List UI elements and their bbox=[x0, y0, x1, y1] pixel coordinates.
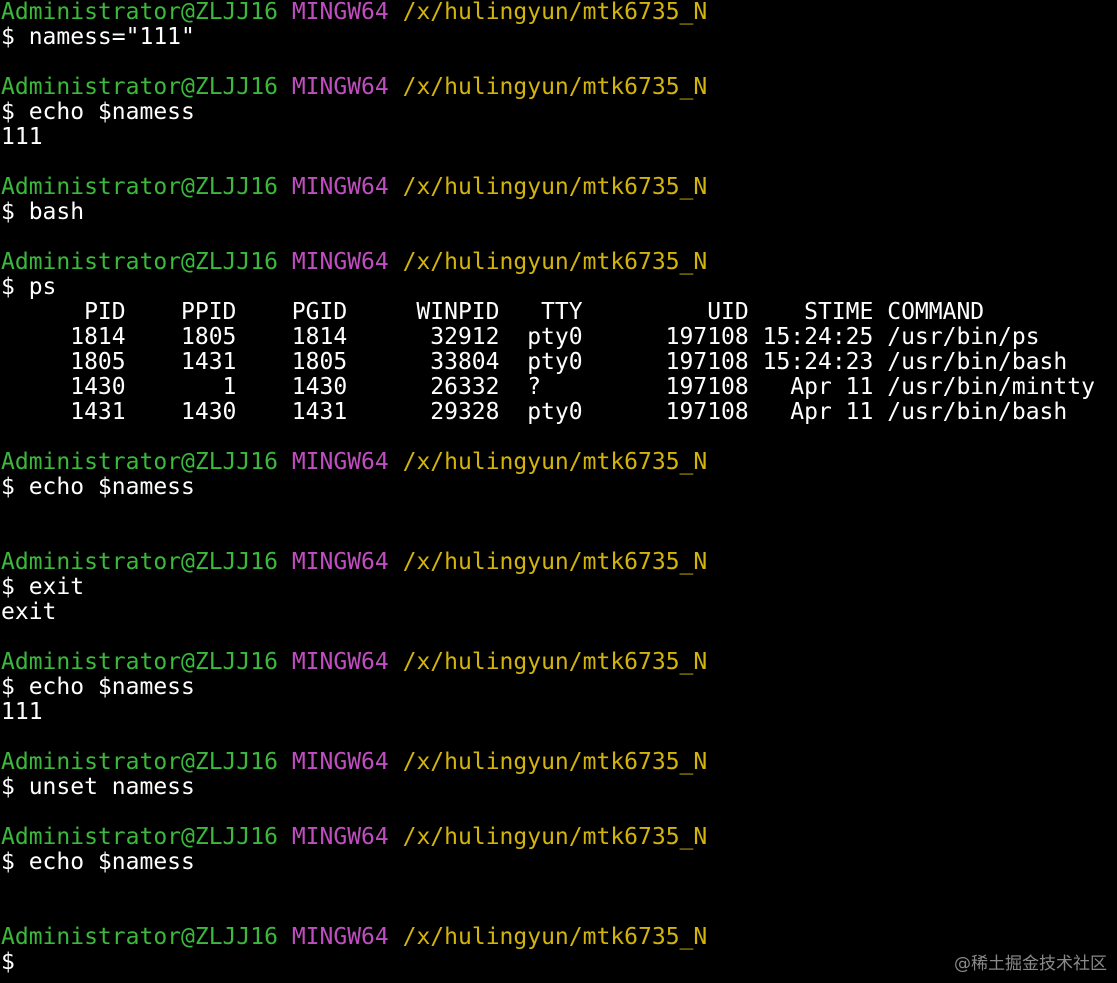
prompt-path: /x/hulingyun/mtk6735_N bbox=[402, 450, 708, 475]
output-line: $ echo $namess bbox=[1, 100, 195, 125]
prompt-path: /x/hulingyun/mtk6735_N bbox=[402, 175, 708, 200]
output-line: 111 bbox=[1, 700, 43, 725]
output-line: $ ps bbox=[1, 275, 57, 300]
prompt-path: /x/hulingyun/mtk6735_N bbox=[402, 250, 708, 275]
prompt-path: /x/hulingyun/mtk6735_N bbox=[402, 925, 708, 950]
output-line: 1805 1431 1805 33804 pty0 197108 15:24:2… bbox=[1, 350, 1068, 375]
prompt-system-tag: MINGW64 bbox=[291, 550, 389, 575]
prompt-system-tag: MINGW64 bbox=[291, 75, 389, 100]
output-line: 1430 1 1430 26332 ? 197108 Apr 11 /usr/b… bbox=[1, 375, 1095, 400]
prompt-user: Administrator@ZLJJ16 bbox=[1, 75, 278, 100]
prompt-line: Administrator@ZLJJ16 MINGW64 /x/hulingyu… bbox=[1, 925, 1117, 950]
output-line: $ namess="111" bbox=[1, 25, 195, 50]
prompt-line: Administrator@ZLJJ16 MINGW64 /x/hulingyu… bbox=[1, 0, 1117, 25]
prompt-user: Administrator@ZLJJ16 bbox=[1, 0, 278, 25]
output-line: $ unset namess bbox=[1, 775, 195, 800]
prompt-user: Administrator@ZLJJ16 bbox=[1, 825, 278, 850]
output-line: 1431 1430 1431 29328 pty0 197108 Apr 11 … bbox=[1, 400, 1068, 425]
prompt-user: Administrator@ZLJJ16 bbox=[1, 925, 278, 950]
prompt-line: Administrator@ZLJJ16 MINGW64 /x/hulingyu… bbox=[1, 550, 1117, 575]
output-line: $ bash bbox=[1, 200, 85, 225]
output-line: $ exit bbox=[1, 575, 85, 600]
watermark: @稀土掘金技术社区 bbox=[954, 954, 1107, 974]
output-line: PID PPID PGID WINPID TTY UID STIME COMMA… bbox=[1, 300, 985, 325]
prompt-system-tag: MINGW64 bbox=[291, 0, 389, 25]
prompt-path: /x/hulingyun/mtk6735_N bbox=[402, 75, 708, 100]
prompt-system-tag: MINGW64 bbox=[291, 750, 389, 775]
output-line: $ echo $namess bbox=[1, 675, 195, 700]
output-line: $ echo $namess bbox=[1, 850, 195, 875]
output-line: 111 bbox=[1, 125, 43, 150]
prompt-path: /x/hulingyun/mtk6735_N bbox=[402, 550, 708, 575]
prompt-system-tag: MINGW64 bbox=[291, 650, 389, 675]
prompt-line: Administrator@ZLJJ16 MINGW64 /x/hulingyu… bbox=[1, 75, 1117, 100]
prompt-line: Administrator@ZLJJ16 MINGW64 /x/hulingyu… bbox=[1, 450, 1117, 475]
terminal-window[interactable]: Administrator@ZLJJ16 MINGW64 /x/hulingyu… bbox=[0, 0, 1117, 983]
output-line: 1814 1805 1814 32912 pty0 197108 15:24:2… bbox=[1, 325, 1040, 350]
output-line: $ echo $namess bbox=[1, 475, 195, 500]
prompt-user: Administrator@ZLJJ16 bbox=[1, 250, 278, 275]
prompt-line: Administrator@ZLJJ16 MINGW64 /x/hulingyu… bbox=[1, 750, 1117, 775]
prompt-user: Administrator@ZLJJ16 bbox=[1, 750, 278, 775]
prompt-user: Administrator@ZLJJ16 bbox=[1, 550, 278, 575]
prompt-user: Administrator@ZLJJ16 bbox=[1, 450, 278, 475]
output-line: $ bbox=[1, 950, 15, 975]
prompt-line: Administrator@ZLJJ16 MINGW64 /x/hulingyu… bbox=[1, 825, 1117, 850]
prompt-line: Administrator@ZLJJ16 MINGW64 /x/hulingyu… bbox=[1, 175, 1117, 200]
prompt-path: /x/hulingyun/mtk6735_N bbox=[402, 650, 708, 675]
prompt-line: Administrator@ZLJJ16 MINGW64 /x/hulingyu… bbox=[1, 250, 1117, 275]
prompt-path: /x/hulingyun/mtk6735_N bbox=[402, 825, 708, 850]
prompt-system-tag: MINGW64 bbox=[291, 250, 389, 275]
prompt-user: Administrator@ZLJJ16 bbox=[1, 650, 278, 675]
prompt-system-tag: MINGW64 bbox=[291, 175, 389, 200]
prompt-user: Administrator@ZLJJ16 bbox=[1, 175, 278, 200]
prompt-path: /x/hulingyun/mtk6735_N bbox=[402, 750, 708, 775]
prompt-system-tag: MINGW64 bbox=[291, 450, 389, 475]
prompt-system-tag: MINGW64 bbox=[291, 825, 389, 850]
output-line: exit bbox=[1, 600, 57, 625]
prompt-path: /x/hulingyun/mtk6735_N bbox=[402, 0, 708, 25]
prompt-line: Administrator@ZLJJ16 MINGW64 /x/hulingyu… bbox=[1, 650, 1117, 675]
prompt-system-tag: MINGW64 bbox=[291, 925, 389, 950]
